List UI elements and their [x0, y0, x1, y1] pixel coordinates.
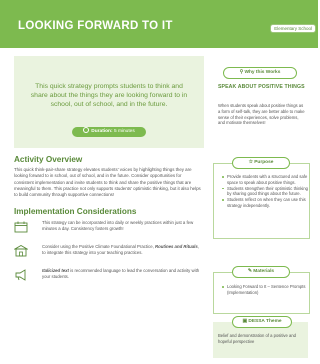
duration-label: Duration: — [91, 129, 113, 134]
consideration-item: Italicized text is recommended language … — [14, 268, 204, 288]
pencils-icon: ✎ — [247, 269, 252, 274]
why-this-works-pill: ⚲ Why this Works — [223, 67, 297, 79]
star-icon: ☆ — [248, 160, 253, 165]
implementation-heading: Implementation Considerations — [14, 207, 137, 216]
school-icon — [14, 245, 28, 257]
purpose-box: Provide students with a structured and s… — [213, 163, 310, 239]
materials-item: Looking Forward to It – Sentence Prompts… — [222, 284, 310, 296]
lightbulb-icon: ⚲ — [239, 70, 244, 75]
purpose-item: Provide students with a structured and s… — [222, 174, 310, 186]
italicized-text-label: Italicized text — [42, 268, 69, 273]
consideration-item: This strategy can be incorporated into d… — [14, 220, 204, 240]
materials-box: Looking Forward to It – Sentence Prompts… — [213, 272, 310, 314]
consideration-text: Consider using the Positive Climate Foun… — [42, 244, 199, 256]
materials-pill: ✎ Materials — [232, 266, 290, 278]
page-title: LOOKING FORWARD TO IT — [18, 20, 173, 32]
book-icon: ▣ — [242, 319, 248, 324]
intro-text: This quick strategy prompts students to … — [30, 83, 188, 108]
purpose-item: Students reflect on when they can use th… — [222, 197, 310, 209]
overview-heading: Activity Overview — [14, 155, 83, 164]
consideration-text: This strategy can be incorporated into d… — [42, 220, 194, 232]
clock-icon — [83, 127, 90, 133]
why-text: When students speak about positive thing… — [218, 103, 305, 126]
purpose-pill: ☆ Purpose — [232, 157, 290, 169]
duration-badge: Duration: 5 minutes — [72, 127, 146, 137]
routines-rituals-link: Routines and Rituals — [154, 244, 198, 249]
grade-level-tag: Elementary School — [270, 24, 316, 33]
why-title: SPEAK ABOUT POSITIVE THINGS — [218, 84, 305, 90]
overview-body: This quick think-pair-share strategy ele… — [14, 167, 201, 198]
consideration-item: Consider using the Positive Climate Foun… — [14, 244, 204, 264]
duration-value: 5 minutes — [113, 129, 135, 134]
purpose-item: Students strengthen their optimistic thi… — [222, 186, 310, 198]
dessa-text: Belief and demonstration of a positive a… — [218, 333, 296, 344]
header-bar: LOOKING FORWARD TO IT Elementary School — [0, 0, 318, 48]
calendar-icon — [14, 221, 28, 233]
dessa-pill: ▣ DESSA Theme — [232, 316, 292, 328]
megaphone-icon — [15, 269, 26, 281]
consideration-text: Italicized text is recommended language … — [42, 268, 200, 280]
